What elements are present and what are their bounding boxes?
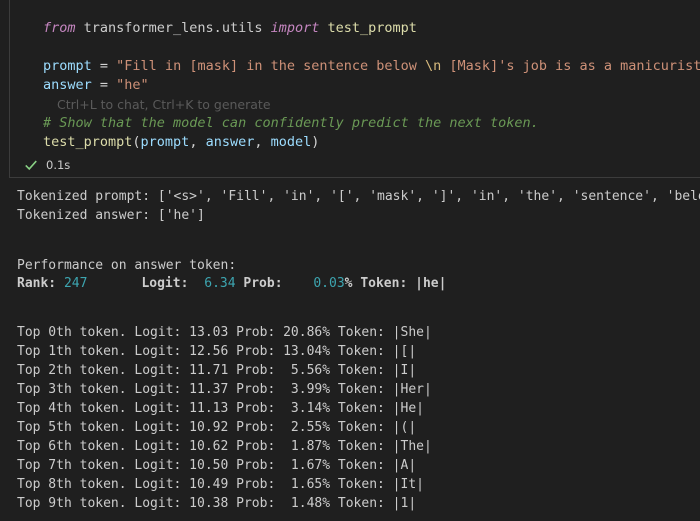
arg-sep: , [189,134,206,150]
prob-label: Prob: [235,276,291,291]
arg-model: model [270,134,312,150]
code-line-answer[interactable]: answer = "he" [43,76,149,95]
code-line-comment[interactable]: # Show that the model can confidently pr… [43,114,539,133]
imported-name: test_prompt [319,20,417,36]
paren-open: ( [132,134,141,150]
answer-string: "he" [116,77,149,93]
prob-value: 0.03 [313,276,345,291]
top-token-row: Top 5th token. Logit: 10.92 Prob: 2.55% … [17,420,417,435]
var-answer: answer [43,77,92,93]
module-name: transformer_lens.utils [75,20,271,36]
top-token-row: Top 6th token. Logit: 10.62 Prob: 1.87% … [17,439,432,454]
arg-sep: , [254,134,271,150]
fn-test-prompt: test_prompt [43,134,133,150]
ai-hint-text: Ctrl+L to chat, Ctrl+K to generate [57,97,271,112]
escape-newline: \n [425,58,442,74]
assign-op: = [91,58,117,74]
code-line-call[interactable]: test_prompt(prompt, answer, model) [43,133,319,152]
tokenized-answer: Tokenized answer: ['he'] [17,208,205,223]
keyword-from: from [43,20,76,36]
rank-label: Rank: [17,276,64,291]
top-token-row: Top 1th token. Logit: 12.56 Prob: 13.04%… [17,344,417,359]
top-token-row: Top 3th token. Logit: 11.37 Prob: 3.99% … [17,382,432,397]
execution-duration: 0.1s [46,158,71,172]
code-cell[interactable]: from transformer_lens.utils import test_… [9,0,700,178]
top-token-row: Top 2th token. Logit: 11.71 Prob: 5.56% … [17,363,417,378]
logit-label: Logit: [141,276,197,291]
performance-row: Rank: 247 Logit: 6.34 Prob: 0.03% Token: … [17,274,446,293]
prompt-string-start: "Fill in [mask] in the sentence below [116,58,426,74]
arg-answer: answer [205,134,255,150]
token-label: % Token: |he| [344,276,447,291]
code-line-import[interactable]: from transformer_lens.utils import test_… [43,19,417,38]
top-token-row: Top 7th token. Logit: 10.50 Prob: 1.67% … [17,458,417,473]
execution-status: 0.1s [24,158,70,172]
check-icon [25,160,37,171]
arg-prompt: prompt [140,134,190,150]
top-token-row: Top 8th token. Logit: 10.49 Prob: 1.65% … [17,477,424,492]
logit-value: 6.34 [204,276,236,291]
code-line-prompt[interactable]: prompt = "Fill in [mask] in the sentence… [43,57,700,76]
top-token-row: Top 0th token. Logit: 13.03 Prob: 20.86%… [17,325,432,340]
keyword-import: import [270,20,320,36]
tokenized-prompt: Tokenized prompt: ['<s>', 'Fill', 'in', … [17,189,700,204]
var-prompt: prompt [43,58,92,74]
rank-value: 247 [63,276,88,291]
top-token-row: Top 9th token. Logit: 10.38 Prob: 1.48% … [17,496,417,511]
assign-op: = [91,77,117,93]
paren-close: ) [311,134,320,150]
prompt-string-end: [Mask]'s job is as a manicurist. " [441,58,700,74]
performance-header: Performance on answer token: [17,258,237,273]
top-token-row: Top 4th token. Logit: 11.13 Prob: 3.14% … [17,401,424,416]
